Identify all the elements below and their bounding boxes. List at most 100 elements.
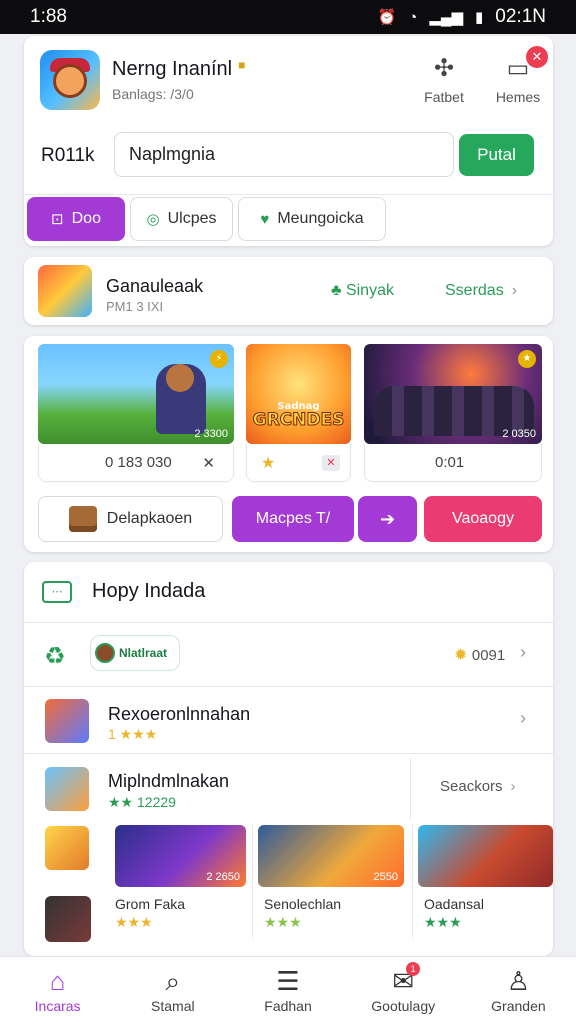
price-label: R011k <box>41 145 95 166</box>
chevron-right-icon: › <box>511 282 518 299</box>
battery-icon: ▮ <box>475 9 484 26</box>
nav-search[interactable]: ⌕ Stamal <box>115 957 230 1024</box>
divider <box>24 686 553 687</box>
app-subtitle: Banlags: /3/0 <box>112 86 194 102</box>
bolt-badge-icon: ⚡ <box>210 350 228 368</box>
download-button[interactable]: Delapkaoen <box>38 496 223 542</box>
chevron-right-icon: › <box>510 778 516 795</box>
star-icon: ★ <box>261 454 276 472</box>
bag-icon: ⊡ <box>51 211 64 228</box>
stat-box-2: ★ ✕ <box>246 444 351 482</box>
chevron-right-icon[interactable]: › <box>520 642 526 663</box>
tile-image-2[interactable]: 2550 <box>258 825 404 887</box>
hemes-button[interactable]: ▭ ✕ Hemes <box>490 46 548 105</box>
game-subtitle: PM1 3 IXI <box>106 299 164 314</box>
close-badge-icon[interactable]: ✕ <box>526 46 548 68</box>
sinyak-link[interactable]: ♣ Sinyak <box>331 282 394 300</box>
ticket-icon: ⋯ <box>42 580 72 603</box>
stat-box-1: 0 183 030 ✕ <box>38 444 234 482</box>
divider <box>410 758 411 820</box>
profile-icon: ♙ <box>506 965 531 996</box>
star-badge-icon: ★ <box>518 350 536 368</box>
status-time: 1:88 <box>30 6 67 27</box>
document-icon: ☰ <box>276 965 300 996</box>
search-submit-button[interactable]: Putal <box>459 134 534 176</box>
list-item-title[interactable]: Miplndmlnakan <box>108 771 229 792</box>
tile-rating: ★★★ <box>264 914 302 930</box>
primary-action-button[interactable]: Macpes T/ <box>232 496 354 542</box>
game-name: Ganauleaak <box>106 276 204 296</box>
media-tag: 2 0350 <box>502 428 536 440</box>
puzzle-icon: ✣ <box>433 55 455 82</box>
game-row-card[interactable]: Ganauleaak PM1 3 IXI ♣ Sinyak Sserdas › <box>24 257 553 325</box>
tile-name[interactable]: Oadansal <box>424 896 484 912</box>
notification-badge: 1 <box>406 961 421 976</box>
seackors-link[interactable]: Seackors › <box>440 778 516 795</box>
media-thumbnail-1[interactable]: ⚡ 2 3300 <box>38 344 234 444</box>
list-item-thumbnail <box>45 767 89 811</box>
recycle-icon: ♻ <box>44 643 66 670</box>
status-bar: 1:88 ⏰ ◔ ▂▄▆ ▮ 02:1N <box>0 0 576 34</box>
divider <box>252 825 253 939</box>
list-item-title[interactable]: Rexoeronlnnahan <box>108 704 250 725</box>
divider <box>24 622 553 623</box>
media-card: ⚡ 2 3300 Sadnag GRCNDES ★ 2 0350 0 183 03… <box>24 336 553 552</box>
sun-icon: ✹ <box>454 647 472 664</box>
verified-icon: ■ <box>238 58 246 72</box>
list-header: ⋯ Hopy Indada <box>42 580 205 603</box>
media-thumbnail-2[interactable]: Sadnag GRCNDES <box>246 344 351 444</box>
tab-meungoicka[interactable]: ♥ Meungoicka <box>238 197 386 241</box>
package-icon <box>68 506 97 532</box>
tile-rating: ★★★ <box>115 914 153 930</box>
game-thumbnail <box>38 265 92 317</box>
tile-thumbnail-small[interactable] <box>45 896 91 942</box>
nav-profile[interactable]: ♙ Granden <box>461 957 576 1024</box>
tab-ulcpes[interactable]: ◎ Ulcpes <box>130 197 233 241</box>
app-logo <box>40 50 100 110</box>
wifi-icon: ◔ <box>408 8 418 26</box>
nav-mail[interactable]: ✉ 1 Gootulagy <box>346 957 461 1024</box>
search-icon: ⌕ <box>165 965 181 996</box>
tile-rating: ★★★ <box>424 914 462 930</box>
list-item-thumbnail <box>45 699 89 743</box>
character-face-graphic <box>53 64 87 98</box>
tile-image-3[interactable] <box>418 825 553 887</box>
media-tag: 2 3300 <box>194 428 228 440</box>
list-card: ⋯ Hopy Indada ♻ Nlatlraat ✹ 0091 › Rexoe… <box>24 562 553 956</box>
divider <box>24 753 553 754</box>
chevron-right-icon[interactable]: › <box>520 708 526 729</box>
alarm-icon: ⏰ <box>377 9 397 26</box>
app-header-card: Nerng Inanínl ■ Banlags: /3/0 ✣ Fatbet ▭ … <box>24 36 553 246</box>
stat-box-3: 0:01 <box>364 444 542 482</box>
game-logo-art: Sadnag GRCNDES <box>252 401 345 430</box>
divider <box>24 194 553 195</box>
expand-icon[interactable]: ✕ <box>202 454 215 472</box>
search-input[interactable] <box>114 132 454 177</box>
hero-face <box>166 364 194 392</box>
sserdas-link[interactable]: Sserdas › <box>445 282 517 300</box>
chat-heart-icon: ♥ <box>260 210 270 228</box>
tab-doo[interactable]: ⊡ Doo <box>27 197 125 241</box>
player-pill[interactable]: Nlatlraat <box>90 635 180 671</box>
location-icon: ◎ <box>146 211 160 228</box>
tile-thumbnail-small[interactable] <box>45 826 89 870</box>
divider <box>412 825 413 939</box>
signal-icon: ▂▄▆ <box>429 9 464 26</box>
next-button[interactable]: ➔ <box>358 496 417 542</box>
nav-home[interactable]: ⌂ Incaras <box>0 957 115 1024</box>
clover-icon: ♣ <box>331 282 346 299</box>
close-icon[interactable]: ✕ <box>322 454 340 471</box>
nav-document[interactable]: ☰ Fadhan <box>230 957 345 1024</box>
media-thumbnail-3[interactable]: ★ 2 0350 <box>364 344 542 444</box>
tile-image-1[interactable]: 2 2650 <box>115 825 246 887</box>
fatbet-button[interactable]: ✣ Fatbet <box>422 54 466 105</box>
bottom-nav: ⌂ Incaras ⌕ Stamal ☰ Fadhan ✉ 1 Gootulagy… <box>0 956 576 1024</box>
list-item-rating: 1 ★★★ <box>108 726 158 742</box>
home-icon: ⌂ <box>49 965 66 996</box>
tile-name[interactable]: Grom Faka <box>115 896 185 912</box>
tile-name[interactable]: Senolechlan <box>264 896 341 912</box>
avatar <box>95 643 115 663</box>
status-clock: 02:1N <box>495 6 546 27</box>
secondary-action-button[interactable]: Vaoaogy <box>424 496 542 542</box>
score-label: ✹ 0091 <box>454 647 506 664</box>
